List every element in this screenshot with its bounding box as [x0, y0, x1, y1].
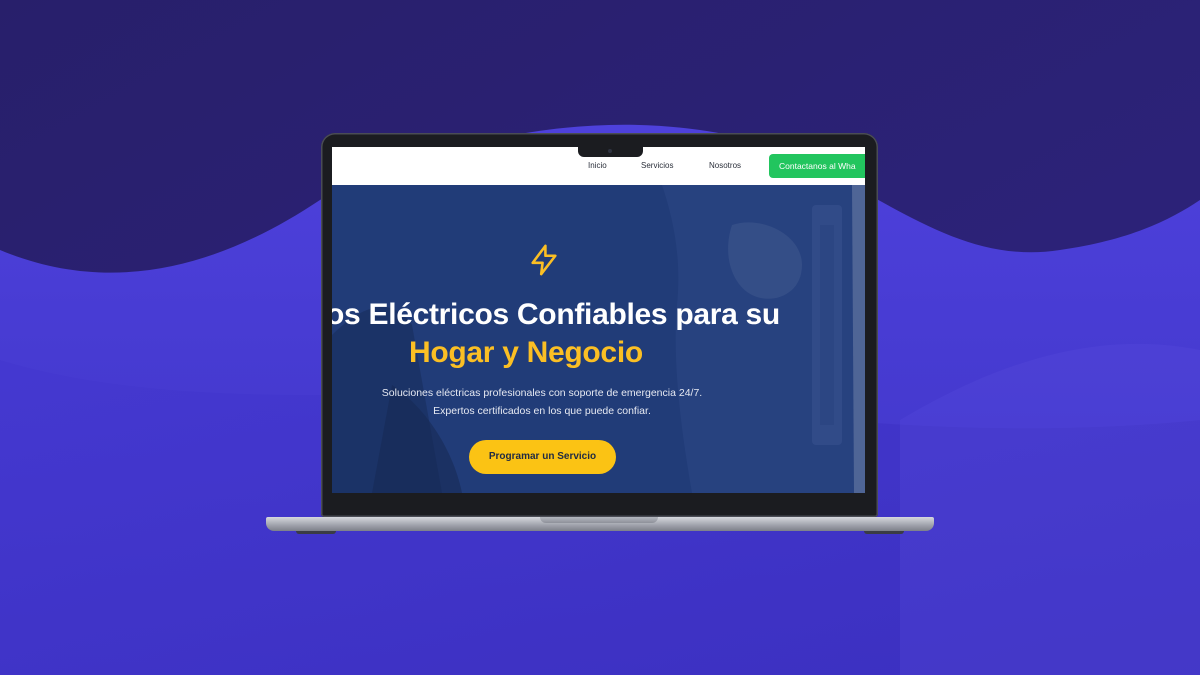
schedule-service-button[interactable]: Programar un Servicio — [469, 440, 616, 474]
nav-link-nosotros[interactable]: Nosotros — [709, 161, 741, 170]
laptop-mockup: Inicio Servicios Nosotros Contactanos al… — [266, 131, 934, 536]
nav-link-servicios[interactable]: Servicios — [641, 161, 673, 170]
hero-headline-line1: ios Eléctricos Confiables para su — [332, 298, 780, 331]
camera-icon — [608, 149, 612, 153]
hero-headline-line2: Hogar y Negocio — [409, 336, 643, 369]
laptop-hinge-notch — [540, 517, 658, 523]
hero-section: ios Eléctricos Confiables para su Hogar … — [332, 185, 865, 493]
hero-subtitle-line1: Soluciones eléctricas profesionales con … — [381, 387, 703, 399]
laptop-foot-left — [296, 531, 336, 534]
nav-link-inicio[interactable]: Inicio — [588, 161, 607, 170]
laptop-screen: Inicio Servicios Nosotros Contactanos al… — [332, 147, 865, 493]
laptop-foot-right — [864, 531, 904, 534]
camera-notch — [578, 147, 643, 157]
laptop-lid: Inicio Servicios Nosotros Contactanos al… — [321, 133, 878, 517]
lightning-bolt-icon — [531, 244, 557, 276]
hero-subtitle-line2: Expertos certificados en los que puede c… — [433, 405, 651, 417]
whatsapp-contact-button[interactable]: Contactanos al Wha — [769, 154, 865, 178]
